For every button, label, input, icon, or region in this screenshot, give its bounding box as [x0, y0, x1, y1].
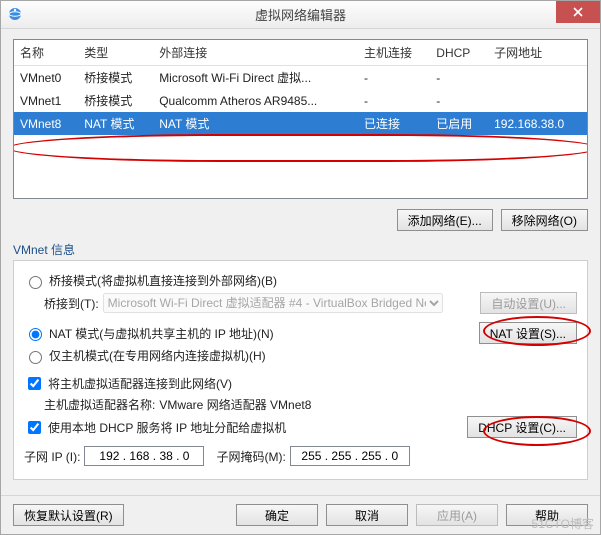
- auto-setup-button[interactable]: 自动设置(U)...: [480, 292, 577, 314]
- close-button[interactable]: [556, 1, 600, 23]
- table-row-selected[interactable]: VMnet8NAT 模式NAT 模式已连接已启用192.168.38.0: [14, 112, 587, 135]
- host-connect-label: 将主机虚拟适配器连接到此网络(V): [48, 375, 232, 392]
- col-ext[interactable]: 外部连接: [153, 40, 358, 66]
- bridge-label: 桥接模式(将虚拟机直接连接到外部网络)(B): [49, 272, 277, 289]
- table-row[interactable]: VMnet0桥接模式Microsoft Wi-Fi Direct 虚拟...--: [14, 66, 587, 90]
- col-host[interactable]: 主机连接: [358, 40, 430, 66]
- dialog-window: 虚拟网络编辑器 名称 类型 外部连接 主机连接 DHCP 子网地址 VMnet0…: [0, 0, 601, 535]
- nat-radio[interactable]: [29, 328, 42, 341]
- subnet-mask-label: 子网掩码(M):: [216, 448, 285, 465]
- apply-button[interactable]: 应用(A): [416, 504, 498, 526]
- table-row[interactable]: VMnet1桥接模式Qualcomm Atheros AR9485...--: [14, 89, 587, 112]
- dhcp-checkbox[interactable]: [28, 421, 41, 434]
- dhcp-label: 使用本地 DHCP 服务将 IP 地址分配给虚拟机: [48, 419, 286, 436]
- table-buttons: 添加网络(E)... 移除网络(O): [13, 199, 588, 237]
- host-adapter-label: 主机虚拟适配器名称:: [44, 396, 155, 413]
- window-title: 虚拟网络编辑器: [255, 5, 346, 24]
- network-table[interactable]: 名称 类型 外部连接 主机连接 DHCP 子网地址 VMnet0桥接模式Micr…: [13, 39, 588, 199]
- nat-label: NAT 模式(与虚拟机共享主机的 IP 地址)(N): [49, 325, 274, 342]
- col-name[interactable]: 名称: [14, 40, 78, 66]
- subnet-ip-label: 子网 IP (I):: [24, 448, 80, 465]
- vmnet-info-panel: 桥接模式(将虚拟机直接连接到外部网络)(B) 桥接到(T): Microsoft…: [13, 260, 588, 480]
- col-dhcp[interactable]: DHCP: [430, 40, 488, 66]
- host-adapter-value: VMware 网络适配器 VMnet8: [159, 396, 311, 413]
- host-connect-checkbox[interactable]: [28, 377, 41, 390]
- content-area: 名称 类型 外部连接 主机连接 DHCP 子网地址 VMnet0桥接模式Micr…: [1, 29, 600, 488]
- remove-network-button[interactable]: 移除网络(O): [501, 209, 588, 231]
- subnet-ip-input[interactable]: [84, 446, 204, 466]
- annotation-circle: [13, 134, 588, 162]
- group-label: VMnet 信息: [13, 241, 588, 258]
- close-icon: [573, 7, 583, 17]
- hostonly-radio[interactable]: [29, 351, 42, 364]
- cancel-button[interactable]: 取消: [326, 504, 408, 526]
- titlebar: 虚拟网络编辑器: [1, 1, 600, 29]
- app-icon: [7, 6, 23, 22]
- col-subnet[interactable]: 子网地址: [488, 40, 587, 66]
- ok-button[interactable]: 确定: [236, 504, 318, 526]
- restore-defaults-button[interactable]: 恢复默认设置(R): [13, 504, 124, 526]
- subnet-mask-input[interactable]: [290, 446, 410, 466]
- hostonly-label: 仅主机模式(在专用网络内连接虚拟机)(H): [49, 347, 266, 364]
- nat-settings-button[interactable]: NAT 设置(S)...: [479, 322, 577, 344]
- bridge-to-select[interactable]: Microsoft Wi-Fi Direct 虚拟适配器 #4 - Virtua…: [103, 293, 443, 313]
- help-button[interactable]: 帮助: [506, 504, 588, 526]
- bottom-bar: 恢复默认设置(R) 确定 取消 应用(A) 帮助: [1, 495, 600, 534]
- add-network-button[interactable]: 添加网络(E)...: [397, 209, 493, 231]
- bridge-radio[interactable]: [29, 276, 42, 289]
- dhcp-settings-button[interactable]: DHCP 设置(C)...: [467, 416, 577, 438]
- bridge-to-label: 桥接到(T):: [44, 295, 99, 312]
- col-type[interactable]: 类型: [78, 40, 153, 66]
